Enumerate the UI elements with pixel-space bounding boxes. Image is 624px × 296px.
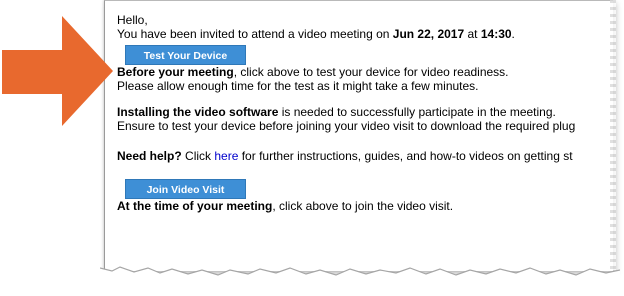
help-click: Click bbox=[181, 149, 215, 163]
help-line: Need help? Click here for further instru… bbox=[117, 149, 613, 163]
install-line: Installing the video software is needed … bbox=[117, 105, 613, 119]
install-bold: Installing the video software bbox=[117, 105, 279, 119]
meeting-date: Jun 22, 2017 bbox=[392, 27, 465, 41]
invite-suffix: . bbox=[511, 27, 515, 41]
arrow-shape bbox=[2, 16, 113, 126]
email-content: Hello, You have been invited to attend a… bbox=[117, 13, 613, 213]
meeting-time-bold: At the time of your meeting bbox=[117, 199, 273, 213]
arrow-right-icon bbox=[2, 16, 113, 126]
greeting-text: Hello, bbox=[117, 13, 148, 27]
before-meeting-bold: Before your meeting bbox=[117, 65, 234, 79]
meeting-time: 14:30 bbox=[480, 27, 512, 41]
ensure-line: Ensure to test your device before joinin… bbox=[117, 119, 576, 133]
meeting-time-rest: , click above to join the video visit. bbox=[272, 199, 454, 213]
invite-prefix: You have been invited to attend a video … bbox=[117, 27, 393, 41]
join-video-visit-button[interactable]: Join Video Visit bbox=[125, 179, 246, 199]
invite-mid: at bbox=[464, 27, 481, 41]
test-device-button[interactable]: Test Your Device bbox=[125, 45, 246, 65]
invite-line: You have been invited to attend a video … bbox=[117, 27, 613, 41]
install-rest: is needed to successfully participate in… bbox=[278, 105, 556, 119]
before-meeting-line: Before your meeting, click above to test… bbox=[117, 65, 613, 79]
torn-bottom-edge bbox=[100, 266, 620, 282]
help-bold: Need help? bbox=[117, 149, 182, 163]
help-link[interactable]: here bbox=[214, 149, 238, 163]
screenshot-stage: Hello, You have been invited to attend a… bbox=[0, 0, 624, 296]
torn-right-edge bbox=[610, 0, 616, 270]
email-body: Hello, You have been invited to attend a… bbox=[104, 0, 613, 271]
meeting-time-line: At the time of your meeting, click above… bbox=[117, 199, 613, 213]
before-meeting-rest: , click above to test your device for vi… bbox=[233, 65, 509, 79]
allow-time-line: Please allow enough time for the test as… bbox=[117, 79, 479, 93]
help-rest: for further instructions, guides, and ho… bbox=[238, 149, 573, 163]
